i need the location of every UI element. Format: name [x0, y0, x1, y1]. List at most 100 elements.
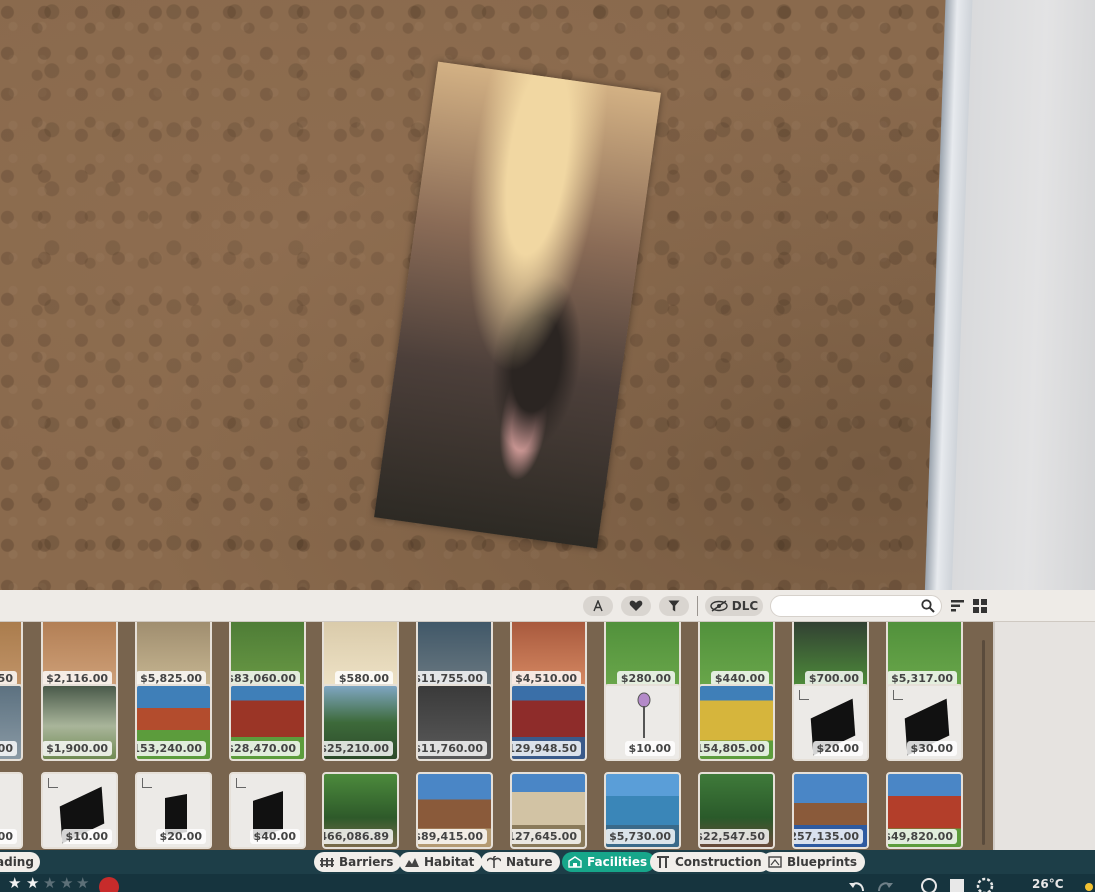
- item-price: $28,470.00: [231, 741, 300, 756]
- item-tile[interactable]: $153,240.00: [135, 684, 212, 761]
- item-tile[interactable]: $30.00: [886, 684, 963, 761]
- tab-facilities[interactable]: Facilities: [562, 852, 656, 872]
- heart-icon: [629, 600, 643, 611]
- item-tile[interactable]: $580.00: [322, 622, 399, 691]
- item-tile[interactable]: .00: [0, 684, 23, 761]
- dlc-label: DLC: [731, 599, 759, 613]
- rating-star-filled: ★: [26, 874, 40, 892]
- dlc-filter-button[interactable]: DLC: [705, 596, 763, 616]
- item-price: $5,730.00: [606, 829, 675, 844]
- tab-nature[interactable]: Nature: [481, 852, 561, 872]
- item-tile[interactable]: $11,760.00: [416, 684, 493, 761]
- item-price: $129,948.50: [512, 741, 581, 756]
- tab-label: Facilities: [587, 855, 648, 869]
- item-tile[interactable]: .50: [0, 622, 23, 691]
- item-price: $40.00: [249, 829, 300, 844]
- palm-tree-icon: [487, 856, 501, 868]
- tab-habitat[interactable]: Habitat: [399, 852, 483, 872]
- item-price: .00: [0, 829, 17, 844]
- search-field[interactable]: [770, 595, 942, 617]
- item-tile[interactable]: $700.00: [792, 622, 869, 691]
- item-tile[interactable]: $11,755.00: [416, 622, 493, 691]
- blueprint-icon: [236, 778, 246, 788]
- blueprint-icon: [893, 690, 903, 700]
- rating-star-empty: ★: [43, 874, 57, 892]
- item-price: $10.00: [61, 829, 112, 844]
- item-price: $49,820.00: [888, 829, 957, 844]
- item-tile[interactable]: $127,645.00: [510, 772, 587, 849]
- item-tile[interactable]: $83,060.00: [229, 622, 306, 691]
- tab-label: Nature: [506, 855, 553, 869]
- sort-alphabetical-button[interactable]: [583, 596, 613, 616]
- item-tile[interactable]: $40.00: [229, 772, 306, 849]
- filter-button[interactable]: [659, 596, 689, 616]
- list-view-icon[interactable]: [951, 600, 964, 612]
- construction-icon: [657, 856, 669, 868]
- facilities-shop-icon: [568, 856, 582, 868]
- search-icon[interactable]: [921, 599, 935, 613]
- item-tile[interactable]: $4,510.00: [510, 622, 587, 691]
- item-price: $154,805.00: [700, 741, 769, 756]
- tab-label: Blueprints: [787, 855, 857, 869]
- tab-label: Habitat: [424, 855, 475, 869]
- search-input[interactable]: [781, 598, 921, 614]
- item-tile[interactable]: $20.00: [135, 772, 212, 849]
- item-tile[interactable]: $2,116.00: [41, 622, 118, 691]
- eye-icon: [710, 600, 728, 612]
- item-tile[interactable]: $25,210.00: [322, 684, 399, 761]
- item-tile[interactable]: $440.00: [698, 622, 775, 691]
- item-tile[interactable]: $22,547.50: [698, 772, 775, 849]
- item-price: .00: [0, 741, 17, 756]
- game-world-view[interactable]: [0, 0, 1095, 590]
- save-icon[interactable]: [948, 877, 966, 892]
- fence-icon: [320, 858, 334, 867]
- item-price: $257,135.00: [794, 829, 863, 844]
- grid-scrollbar[interactable]: [982, 640, 985, 845]
- item-tile[interactable]: $28,470.00: [229, 684, 306, 761]
- temperature-readout: 26°C: [1032, 877, 1064, 891]
- item-tile[interactable]: $10.00: [604, 684, 681, 761]
- tab-label: ading: [0, 855, 34, 869]
- item-tile[interactable]: $1,900.00: [41, 684, 118, 761]
- item-price: $11,760.00: [418, 741, 487, 756]
- redo-icon[interactable]: [874, 877, 894, 892]
- blueprint-icon: [142, 778, 152, 788]
- category-tab-bar: ading Barriers Habitat Nature Facilities: [0, 850, 1095, 874]
- rating-star-filled: ★: [8, 874, 22, 892]
- settings-gear-icon[interactable]: [976, 877, 994, 892]
- item-tile[interactable]: $20.00: [792, 684, 869, 761]
- item-tile[interactable]: $5,317.00: [886, 622, 963, 691]
- undo-icon[interactable]: [848, 877, 868, 892]
- item-tile[interactable]: $10.00: [41, 772, 118, 849]
- item-price: $10.00: [624, 741, 675, 756]
- item-tile[interactable]: $154,805.00: [698, 684, 775, 761]
- item-tile[interactable]: .00: [0, 772, 23, 849]
- tab-loading[interactable]: ading: [0, 852, 40, 872]
- favorites-filter-button[interactable]: [621, 596, 651, 616]
- item-price: $25,210.00: [324, 741, 393, 756]
- tab-construction[interactable]: Construction: [650, 852, 770, 872]
- item-tile[interactable]: $466,086.89: [322, 772, 399, 849]
- item-tile[interactable]: $89,415.00: [416, 772, 493, 849]
- sun-weather-icon: [1085, 883, 1093, 891]
- tab-barriers[interactable]: Barriers: [314, 852, 402, 872]
- item-price: $20.00: [155, 829, 206, 844]
- item-price: $127,645.00: [512, 829, 581, 844]
- toolbar-divider: [697, 596, 698, 616]
- item-tile[interactable]: $5,730.00: [604, 772, 681, 849]
- item-tile[interactable]: $5,825.00: [135, 622, 212, 691]
- item-tile[interactable]: $49,820.00: [886, 772, 963, 849]
- blueprint-icon: [48, 778, 58, 788]
- tab-blueprints[interactable]: Blueprints: [762, 852, 865, 872]
- alert-badge-icon[interactable]: [99, 877, 119, 892]
- item-tile[interactable]: $129,948.50: [510, 684, 587, 761]
- camera-rotate-icon[interactable]: [920, 877, 938, 892]
- rating-star-empty: ★: [60, 874, 74, 892]
- item-tile[interactable]: $257,135.00: [792, 772, 869, 849]
- item-tile[interactable]: $280.00: [604, 622, 681, 691]
- grid-view-icon[interactable]: [973, 599, 987, 613]
- item-details-panel: [993, 622, 1095, 850]
- blueprint-icon: [799, 690, 809, 700]
- habitat-icon: [405, 858, 419, 867]
- item-browser-grid: .50 $2,116.00 $5,825.00 $83,060.00 $580.…: [0, 622, 993, 850]
